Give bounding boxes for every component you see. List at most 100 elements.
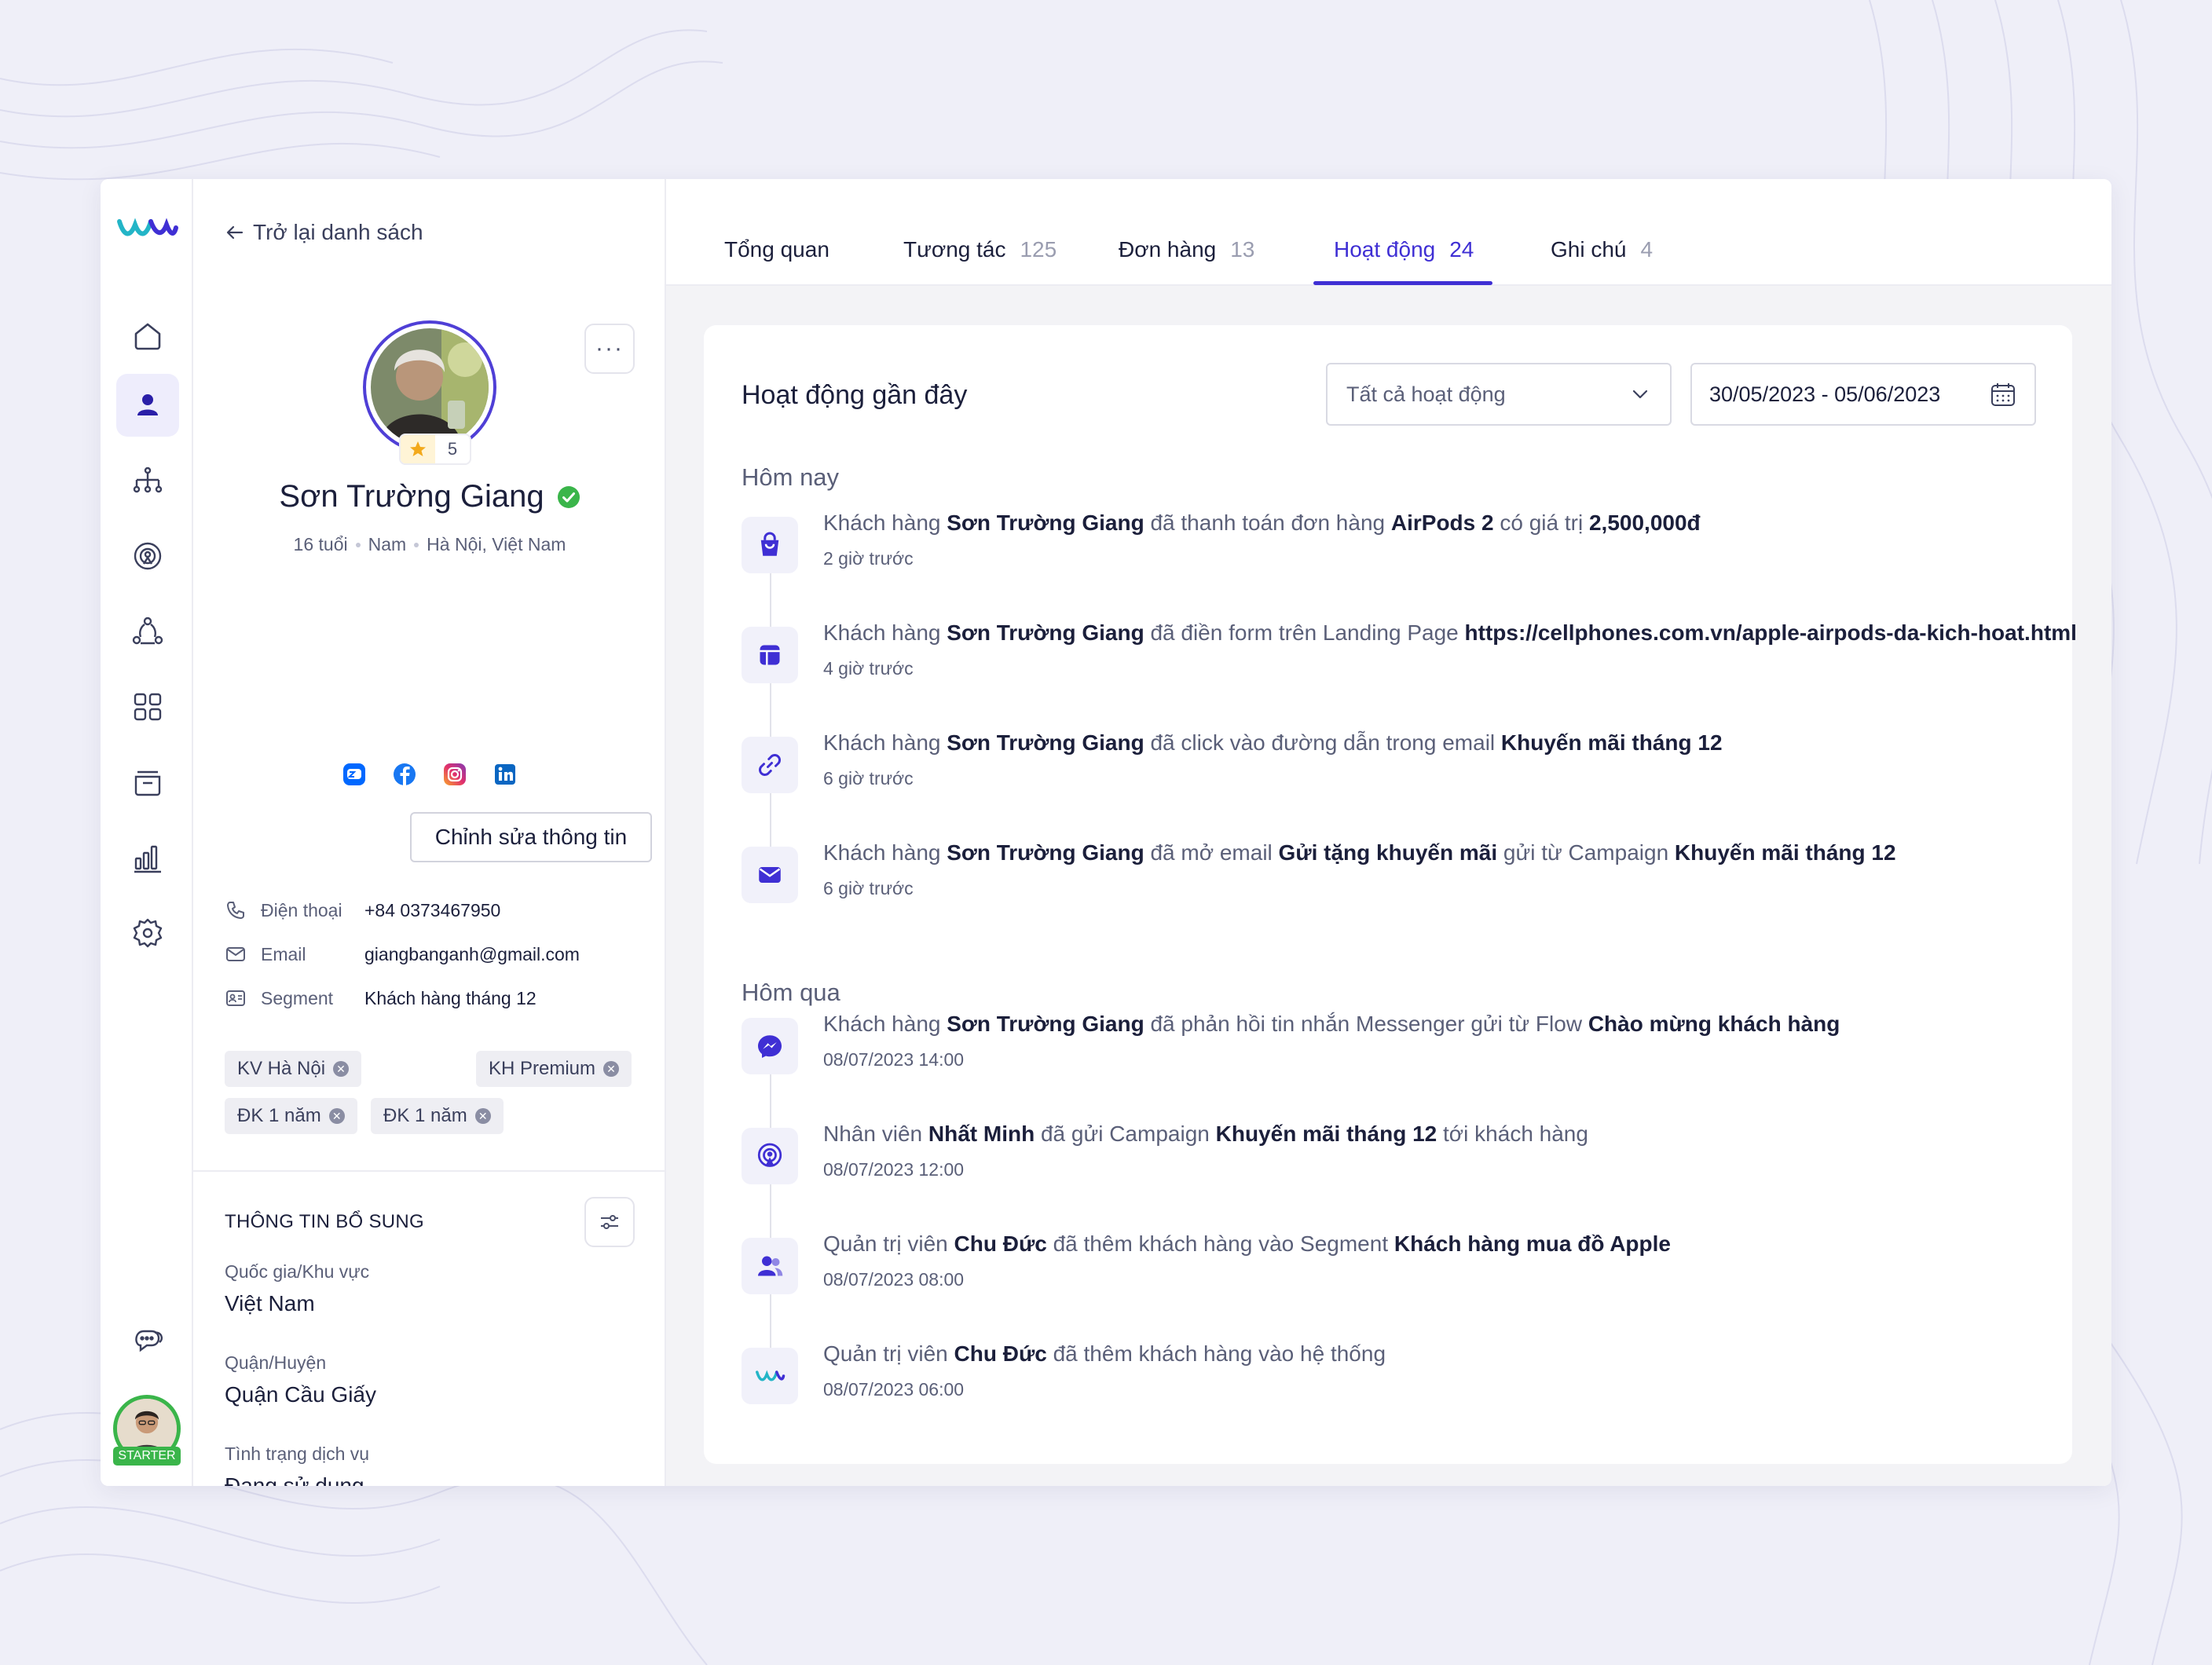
phone-icon [227, 902, 244, 919]
contact-phone: Điện thoại +84 0373467950 [225, 898, 500, 922]
tab-overview[interactable]: Tổng quan [724, 237, 830, 262]
contact-email-value[interactable]: giangbanganh@gmail.com [364, 944, 580, 965]
nav-customers[interactable] [116, 374, 179, 437]
nav-support-chat[interactable] [116, 1308, 179, 1371]
activity-entity[interactable]: Sơn Trường Giang [947, 730, 1144, 755]
logo-icon[interactable] [116, 210, 179, 245]
activity-time: 08/07/2023 08:00 [823, 1269, 965, 1290]
tab-count: 125 [1020, 237, 1057, 262]
contact-phone-value[interactable]: +84 0373467950 [364, 900, 500, 921]
activity-description: Khách hàng Sơn Trường Giang đã click vào… [823, 730, 1723, 756]
tab-label: Tương tác [903, 237, 1006, 262]
tab-orders[interactable]: Đơn hàng 13 [1119, 237, 1254, 262]
activity-entity[interactable]: Sơn Trường Giang [947, 1012, 1144, 1036]
activity-time: 4 giờ trước [823, 658, 914, 679]
activity-entity[interactable]: Chu Đức [954, 1341, 1047, 1366]
shopping-bag-icon [760, 532, 779, 556]
activity-entity[interactable]: Khuyến mãi tháng 12 [1216, 1122, 1437, 1146]
customer-rating: 5 [399, 434, 471, 465]
tag-chip: ĐK 1 năm ✕ [371, 1098, 504, 1134]
app-window: STARTER Trở lại danh sách ··· 5 Sơn Trườ… [101, 179, 2111, 1486]
instagram-link[interactable] [441, 760, 469, 789]
activity-text: đã thêm khách hàng vào hệ thống [1046, 1341, 1386, 1366]
rating-value: 5 [447, 439, 458, 459]
activity-text: Khách hàng [823, 620, 947, 645]
edit-info-button[interactable]: Chỉnh sửa thông tin [410, 812, 652, 862]
remove-tag-icon[interactable]: ✕ [474, 1108, 491, 1124]
activity-icon-box [742, 1128, 798, 1184]
activity-entity[interactable]: Khuyến mãi tháng 12 [1675, 840, 1896, 865]
activity-entity[interactable]: Gửi tặng khuyến mãi [1279, 840, 1498, 865]
tag-label: KH Premium [489, 1058, 596, 1079]
remove-tag-icon[interactable]: ✕ [328, 1108, 345, 1124]
customer-icon [137, 394, 158, 415]
customer-age: 16 tuổi [293, 534, 348, 554]
contact-segment-label: Segment [261, 987, 334, 1008]
nav-segments[interactable] [116, 600, 179, 663]
activity-text: đã gửi Campaign [1035, 1122, 1216, 1146]
activity-title: Hoạt động gần đây [742, 380, 968, 410]
activity-text: Nhân viên [823, 1122, 928, 1146]
customer-name-row: Sơn Trường Giang [193, 479, 666, 514]
activity-entity[interactable]: AirPods 2 [1391, 510, 1494, 535]
activity-entity[interactable]: Sơn Trường Giang [947, 840, 1144, 865]
activity-item: Quản trị viên Chu Đức đã thêm khách hàng… [742, 1341, 2045, 1428]
more-icon: ··· [595, 335, 624, 361]
activity-description: Khách hàng Sơn Trường Giang đã thanh toá… [823, 510, 1701, 536]
activity-text: Khách hàng [823, 510, 947, 535]
activity-entity[interactable]: Chào mừng khách hàng [1588, 1012, 1840, 1036]
tab-activity[interactable]: Hoạt động 24 [1334, 237, 1474, 262]
date-range-picker[interactable]: 30/05/2023 - 05/06/2023 [1690, 363, 2036, 426]
tab-notes[interactable]: Ghi chú 4 [1551, 237, 1653, 262]
tab-interactions[interactable]: Tương tác 125 [903, 237, 1057, 262]
activity-text: Khách hàng [823, 730, 947, 755]
nav-archive[interactable] [116, 751, 179, 814]
contact-email-label: Email [261, 943, 306, 964]
nav-broadcast[interactable] [116, 525, 179, 587]
back-to-list-link[interactable]: Trở lại danh sách [225, 220, 423, 245]
remove-tag-icon[interactable]: ✕ [603, 1061, 620, 1077]
activity-entity[interactable]: 2,500,000đ [1589, 510, 1701, 535]
activity-entity[interactable]: Chu Đức [954, 1231, 1047, 1256]
activity-description: Khách hàng Sơn Trường Giang đã phản hồi … [823, 1012, 1840, 1037]
nav-reports[interactable] [116, 826, 179, 889]
activity-text: đã click vào đường dẫn trong email [1144, 730, 1501, 755]
activity-description: Quản trị viên Chu Đức đã thêm khách hàng… [823, 1231, 1671, 1257]
calendar-icon [1991, 383, 2015, 406]
linkedin-icon [495, 764, 515, 785]
activity-icon-box [742, 1348, 798, 1404]
more-options-button[interactable]: ··· [584, 324, 635, 374]
activity-description: Khách hàng Sơn Trường Giang đã mở email … [823, 840, 1896, 865]
plan-badge: STARTER [113, 1447, 181, 1466]
zalo-icon [343, 763, 365, 785]
nav-org[interactable] [116, 449, 179, 512]
activity-time: 6 giờ trước [823, 878, 914, 898]
activity-entity[interactable]: Nhất Minh [928, 1122, 1035, 1146]
activity-entity[interactable]: Sơn Trường Giang [947, 620, 1144, 645]
field-country-value: Việt Nam [225, 1291, 315, 1316]
activity-item: Quản trị viên Chu Đức đã thêm khách hàng… [742, 1231, 2045, 1318]
section-divider [193, 1170, 666, 1172]
activity-icon-box [742, 517, 798, 573]
activity-icon-box [742, 1238, 798, 1294]
nav-apps[interactable] [116, 675, 179, 738]
logo-icon [756, 1370, 786, 1381]
activity-filter-select[interactable]: Tất cả hoạt động [1326, 363, 1672, 426]
tab-count: 24 [1449, 237, 1474, 262]
activity-entity[interactable]: Khách hàng mua đồ Apple [1394, 1231, 1671, 1256]
activity-text: đã phản hồi tin nhắn Messenger gửi từ Fl… [1144, 1012, 1588, 1036]
activity-entity[interactable]: Sơn Trường Giang [947, 510, 1144, 535]
nav-home[interactable] [116, 305, 179, 368]
nav-settings[interactable] [116, 902, 179, 964]
activity-entity[interactable]: https://cellphones.com.vn/apple-airpods-… [1465, 620, 2077, 645]
activity-time: 08/07/2023 12:00 [823, 1159, 965, 1180]
zalo-link[interactable] [340, 760, 368, 789]
remove-tag-icon[interactable]: ✕ [333, 1061, 350, 1077]
linkedin-link[interactable] [491, 760, 519, 789]
back-link-label: Trở lại danh sách [253, 220, 423, 244]
activity-entity[interactable]: Khuyến mãi tháng 12 [1501, 730, 1723, 755]
customize-fields-button[interactable] [584, 1197, 635, 1247]
field-country-label: Quốc gia/Khu vực [225, 1261, 370, 1282]
activity-description: Khách hàng Sơn Trường Giang đã điền form… [823, 620, 2077, 646]
facebook-link[interactable] [390, 760, 419, 789]
